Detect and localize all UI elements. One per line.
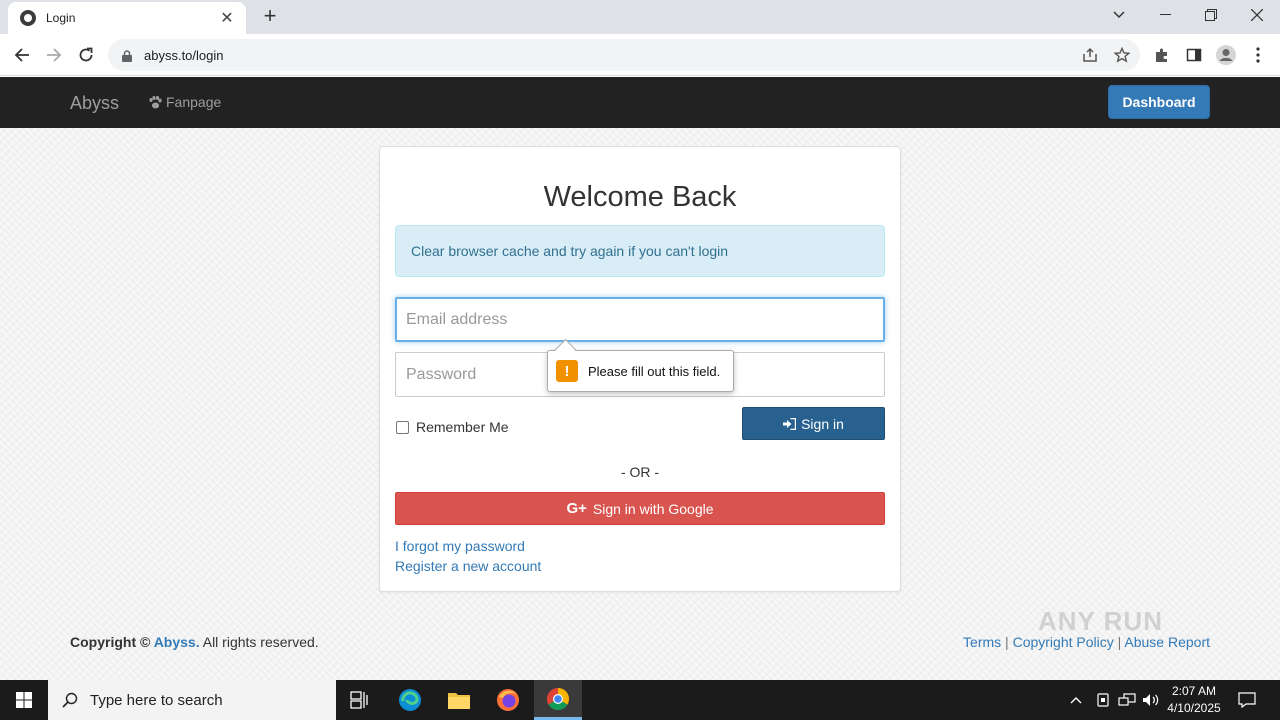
share-icon[interactable]: [1078, 43, 1102, 67]
close-window-button[interactable]: [1234, 0, 1280, 30]
taskbar-clock[interactable]: 2:07 AM 4/10/2025: [1160, 683, 1228, 717]
remember-label: Remember Me: [416, 419, 509, 435]
dashboard-button[interactable]: Dashboard: [1108, 85, 1210, 119]
back-arrow-icon[interactable]: [10, 43, 34, 67]
sign-in-button[interactable]: Sign in: [742, 407, 885, 440]
google-sign-in-button[interactable]: G+ Sign in with Google: [395, 492, 885, 525]
address-bar[interactable]: abyss.to/login: [108, 39, 1140, 71]
email-field[interactable]: [395, 297, 885, 342]
login-title: Welcome Back: [543, 181, 737, 213]
rights-text: All rights reserved.: [202, 634, 319, 650]
login-panel: Welcome Back Clear browser cache and try…: [379, 146, 901, 592]
remember-checkbox[interactable]: [396, 420, 409, 434]
windows-taskbar: Type here to search 2:07 AM 4/10/2025: [0, 680, 1280, 720]
google-sign-in-label: Sign in with Google: [592, 500, 714, 517]
extensions-puzzle-icon[interactable]: [1150, 43, 1174, 67]
side-panel-icon[interactable]: [1182, 43, 1206, 67]
tab-title: Login: [46, 11, 76, 25]
firefox-icon[interactable]: [484, 680, 532, 720]
validation-tooltip: ! Please fill out this field.: [547, 350, 734, 392]
file-explorer-icon[interactable]: [435, 680, 483, 720]
site-favicon-icon: [20, 10, 36, 26]
clock-time: 2:07 AM: [1171, 684, 1217, 698]
forgot-password-link[interactable]: I forgot my password: [395, 538, 525, 554]
warning-icon: !: [556, 360, 578, 382]
paw-icon: [149, 95, 162, 108]
footer-brand-link[interactable]: Abyss.: [154, 634, 200, 650]
remember-me[interactable]: Remember Me: [396, 419, 509, 435]
page-body: Welcome Back Clear browser cache and try…: [0, 128, 1280, 680]
task-view-icon[interactable]: [336, 680, 384, 720]
edge-browser-icon[interactable]: [386, 680, 434, 720]
brand-link[interactable]: Abyss: [70, 93, 119, 114]
fanpage-link[interactable]: Fanpage: [148, 94, 221, 110]
browser-menu-icon[interactable]: [1246, 43, 1270, 67]
url-text: abyss.to/login: [144, 47, 224, 63]
windows-start-icon[interactable]: [0, 680, 48, 720]
tray-device-icon[interactable]: [1096, 680, 1110, 720]
new-tab-button[interactable]: +: [258, 5, 282, 29]
google-plus-icon: G+: [566, 500, 587, 517]
validation-message: Please fill out this field.: [588, 363, 721, 379]
or-divider: - OR -: [620, 464, 660, 480]
lock-icon: [122, 49, 132, 62]
taskbar-search-placeholder: Type here to search: [90, 691, 223, 709]
footer-copyright: Copyright © Abyss. All rights reserved.: [70, 634, 319, 650]
forward-arrow-icon[interactable]: [42, 43, 66, 67]
search-icon: [62, 692, 78, 708]
volume-icon[interactable]: [1142, 680, 1160, 720]
tray-chevron-icon[interactable]: [1070, 680, 1082, 720]
footer-separator: |: [1005, 634, 1009, 650]
browser-toolbar: abyss.to/login: [0, 34, 1280, 76]
notifications-icon[interactable]: [1238, 680, 1256, 720]
clock-date: 4/10/2025: [1167, 701, 1221, 715]
anyrun-watermark: ANY RUN: [1038, 606, 1163, 636]
restore-button[interactable]: [1188, 0, 1234, 30]
reload-icon[interactable]: [74, 43, 98, 67]
network-icon[interactable]: [1118, 680, 1136, 720]
minimize-button[interactable]: [1142, 0, 1188, 30]
sign-in-label: Sign in: [801, 415, 844, 432]
taskbar-search-box[interactable]: Type here to search: [48, 680, 336, 720]
copyright-prefix: Copyright ©: [70, 634, 151, 650]
terms-link[interactable]: Terms: [963, 634, 1001, 650]
info-alert: Clear browser cache and try again if you…: [395, 225, 885, 277]
site-navbar: Abyss Fanpage Dashboard: [0, 77, 1280, 128]
tab-search-icon[interactable]: [1096, 0, 1142, 30]
sign-in-icon: [783, 417, 797, 430]
profile-avatar-icon[interactable]: [1214, 43, 1238, 67]
bookmark-star-icon[interactable]: [1110, 43, 1134, 67]
browser-tab-strip: Login ✕ +: [0, 0, 1280, 34]
fanpage-label: Fanpage: [166, 94, 222, 110]
tab-close-icon[interactable]: ✕: [218, 8, 236, 28]
chrome-icon[interactable]: [534, 680, 582, 720]
register-link[interactable]: Register a new account: [395, 558, 541, 574]
browser-tab-login[interactable]: Login ✕: [8, 2, 246, 34]
